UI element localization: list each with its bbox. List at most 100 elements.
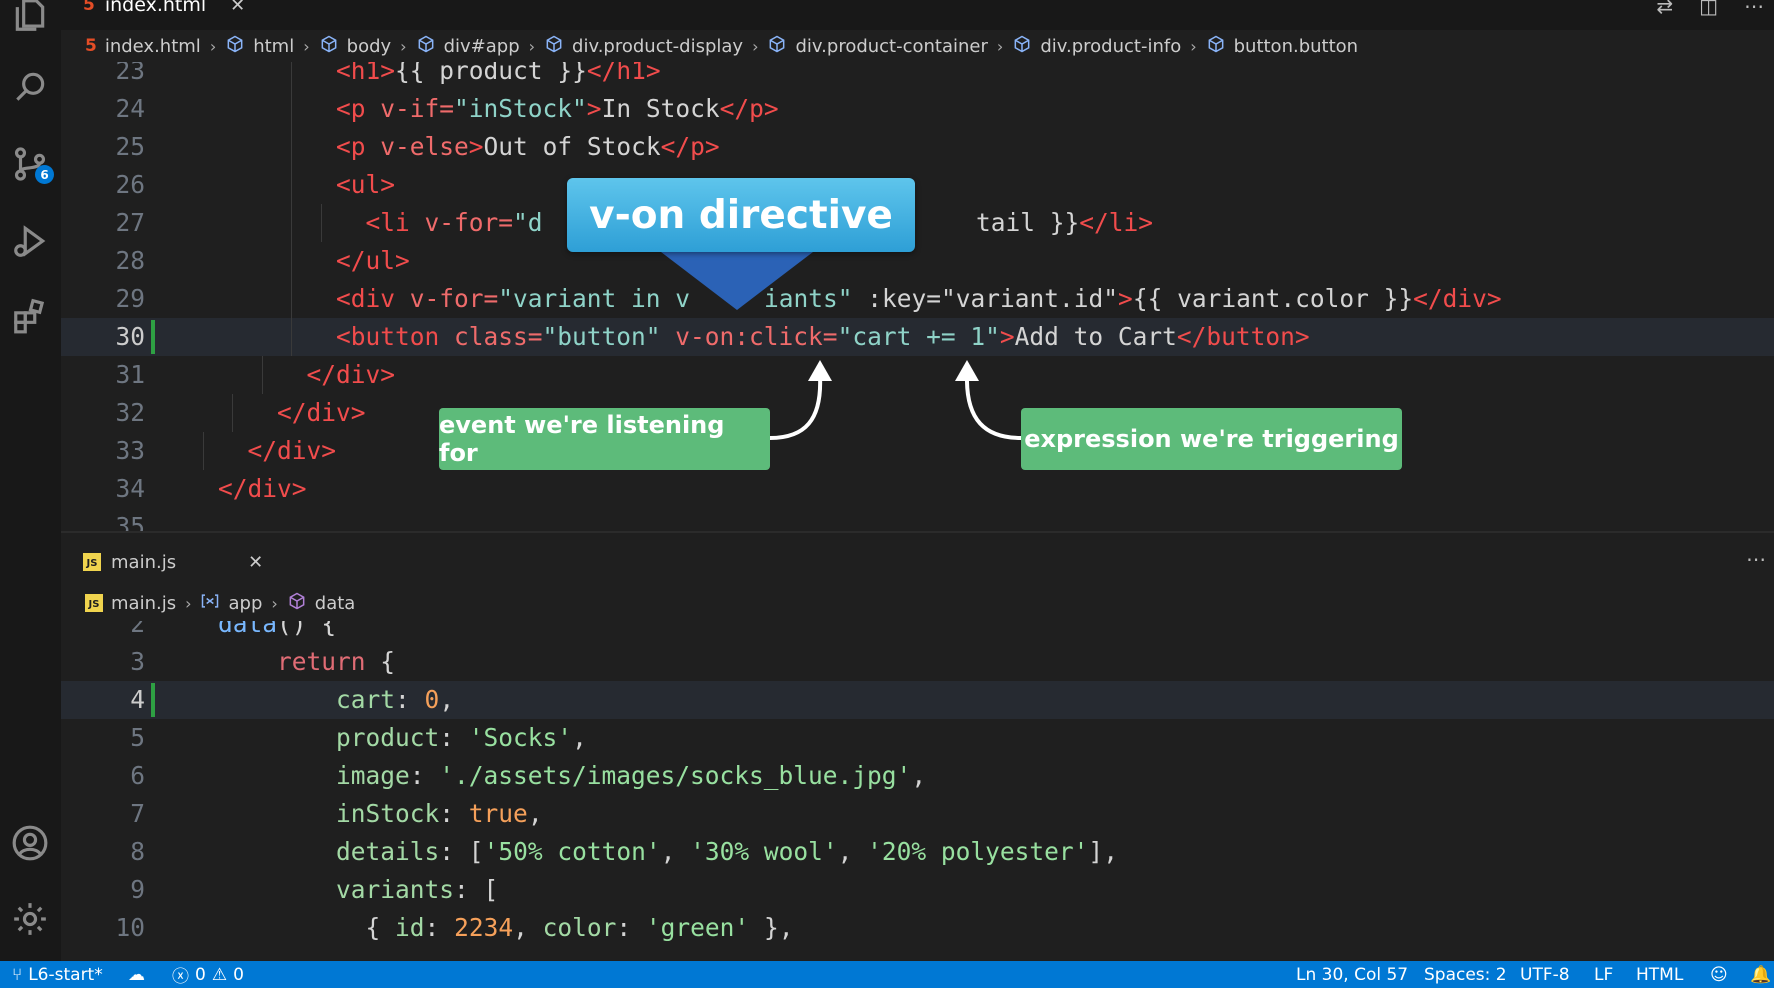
code-text: </div> <box>247 436 337 465</box>
element-cube-icon <box>544 34 564 59</box>
code-line[interactable]: 9 variants: [ <box>61 871 1774 909</box>
line-number: 31 <box>115 360 145 389</box>
code-text: </div> <box>218 474 307 503</box>
breadcrumb-item[interactable]: body <box>319 34 391 59</box>
code-line[interactable]: 6 image: './assets/images/socks_blue.jpg'… <box>61 757 1774 795</box>
code-line[interactable]: 2 data() { <box>61 621 1774 643</box>
code-line[interactable]: 7 inStock: true, <box>61 795 1774 833</box>
tab-main-js[interactable]: JS main.js ✕ <box>71 539 275 585</box>
warning-icon: ⚠ <box>211 964 228 985</box>
code-line[interactable]: 35 <box>61 508 1774 531</box>
html5-icon: 5 <box>85 36 97 56</box>
cursor-position[interactable]: Ln 30, Col 57 <box>1296 961 1408 988</box>
breadcrumb-item[interactable]: div.product-info <box>1012 34 1181 59</box>
branch-indicator[interactable]: ⑂ L6-start* <box>12 961 103 988</box>
breadcrumb-item[interactable]: div.product-display <box>544 34 743 59</box>
code-line[interactable]: 23 <h1>{{ product }}</h1> <box>61 62 1774 90</box>
indent-guide <box>232 394 233 432</box>
breadcrumb-item[interactable]: data <box>287 591 355 616</box>
indentation[interactable]: Spaces: 2 <box>1424 961 1507 988</box>
code-text: <div v-for="variant in v <box>336 284 691 313</box>
code-line[interactable]: 24 <p v-if="inStock">In Stock</p> <box>61 90 1774 128</box>
settings-gear-icon[interactable] <box>7 896 53 942</box>
editor-pane-index-html: 5 index.html ✕ ⇄ ◫ ⋯ 5 index.html › html › bo… <box>61 0 1774 531</box>
code-line[interactable]: 8 details: ['50% cotton', '30% wool', '20… <box>61 833 1774 871</box>
search-icon[interactable] <box>7 64 53 110</box>
breadcrumb-item[interactable]: html <box>225 34 294 59</box>
language-mode[interactable]: HTML <box>1636 961 1683 988</box>
feedback-icon[interactable]: ☺ <box>1710 961 1728 988</box>
code-line[interactable]: 31 </div> <box>61 356 1774 394</box>
compare-changes-icon[interactable]: ⇄ <box>1656 0 1673 18</box>
breadcrumb-separator: › <box>209 36 217 56</box>
close-icon[interactable]: ✕ <box>230 0 245 16</box>
line-number: 7 <box>130 799 145 828</box>
problems-indicator[interactable]: ⓧ 0 ⚠ 0 <box>172 961 244 988</box>
breadcrumb-separator: › <box>1190 36 1197 56</box>
indent-guide <box>291 90 292 128</box>
account-icon[interactable] <box>7 820 53 866</box>
line-ending[interactable]: LF <box>1594 961 1613 988</box>
source-control-badge: 6 <box>35 165 54 184</box>
js-file-icon: JS <box>85 594 103 612</box>
code-line[interactable]: 33 </div> <box>61 432 1774 470</box>
line-number: 3 <box>130 647 145 676</box>
split-editor-icon[interactable]: ◫ <box>1699 0 1718 18</box>
close-icon[interactable]: ✕ <box>248 552 263 573</box>
breadcrumb-item[interactable]: div.product-container <box>767 34 988 59</box>
git-branch-icon: ⑂ <box>12 964 23 985</box>
sync-icon[interactable]: ☁ <box>128 961 145 988</box>
extensions-icon[interactable] <box>7 293 53 339</box>
code-line[interactable]: 5 product: 'Socks', <box>61 719 1774 757</box>
line-number: 26 <box>115 170 145 199</box>
code-line[interactable]: 3 return { <box>61 643 1774 681</box>
source-control-icon[interactable]: 6 <box>7 141 54 187</box>
code-line[interactable]: 34 </div> <box>61 470 1774 508</box>
line-number: 24 <box>115 94 145 123</box>
line-number: 4 <box>130 685 145 714</box>
code-line[interactable]: 32 </div> <box>61 394 1774 432</box>
status-bar: ⑂ L6-start* ☁ ⓧ 0 ⚠ 0 Ln 30, Col 57 Spac… <box>0 961 1774 988</box>
breadcrumb-item[interactable]: app <box>200 591 262 616</box>
annotation-expression-label: expression we're triggering <box>1021 408 1402 470</box>
tab-bar: 5 index.html ✕ ⇄ ◫ ⋯ <box>61 0 1774 30</box>
code-text: { id: 2234, color: 'green' }, <box>365 913 794 942</box>
tab-index-html[interactable]: 5 index.html ✕ <box>71 0 257 20</box>
line-number: 9 <box>130 875 145 904</box>
code-text-continued: tail }}</li> <box>976 208 1154 237</box>
element-cube-icon <box>319 34 339 59</box>
breadcrumb-item[interactable]: 5 index.html <box>85 36 201 57</box>
line-number: 10 <box>115 913 145 942</box>
code-line[interactable]: 30 <button class="button" v-on:click="car… <box>61 318 1774 356</box>
code-line[interactable]: 26 <ul> <box>61 166 1774 204</box>
code-line[interactable]: 27 <li v-for="d tail }}</li> <box>61 204 1774 242</box>
annotation-event-label: event we're listening for <box>439 408 770 470</box>
breadcrumb-item[interactable]: div#app <box>416 34 520 59</box>
breadcrumb-separator: › <box>303 36 310 56</box>
breadcrumb: JS main.js › app › data <box>85 585 355 621</box>
encoding[interactable]: UTF-8 <box>1520 961 1570 988</box>
notifications-bell-icon[interactable]: 🔔 <box>1750 961 1771 988</box>
indent-guide <box>291 242 292 280</box>
line-number: 34 <box>115 474 145 503</box>
more-actions-icon[interactable]: ⋯ <box>1744 0 1764 18</box>
more-actions-icon[interactable]: ⋯ <box>1746 547 1766 571</box>
code-editor[interactable]: 23 <h1>{{ product }}</h1> 24 <p v-if="inSto… <box>61 62 1774 531</box>
explorer-icon[interactable] <box>7 0 53 38</box>
breadcrumb-item[interactable]: button.button <box>1206 34 1358 59</box>
element-cube-icon <box>1012 34 1032 59</box>
run-debug-icon[interactable] <box>7 218 53 264</box>
element-cube-icon <box>416 34 436 59</box>
code-text: <p v-else>Out of Stock</p> <box>336 132 720 161</box>
code-line[interactable]: 25 <p v-else>Out of Stock</p> <box>61 128 1774 166</box>
code-line[interactable]: 10 { id: 2234, color: 'green' }, <box>61 909 1774 947</box>
line-number: 25 <box>115 132 145 161</box>
code-line[interactable]: 28 </ul> <box>61 242 1774 280</box>
breadcrumb-item[interactable]: JS main.js <box>85 593 176 614</box>
modified-gutter-marker <box>151 320 155 354</box>
code-editor[interactable]: 2 data() {3 return {4 cart: 0, 5 product: 'So… <box>61 621 1774 961</box>
indent-guide <box>320 204 322 242</box>
code-line[interactable]: 29 <div v-for="variant in v iants" :key="v… <box>61 280 1774 318</box>
code-line[interactable]: 4 cart: 0, <box>61 681 1774 719</box>
html5-icon: 5 <box>83 0 95 15</box>
